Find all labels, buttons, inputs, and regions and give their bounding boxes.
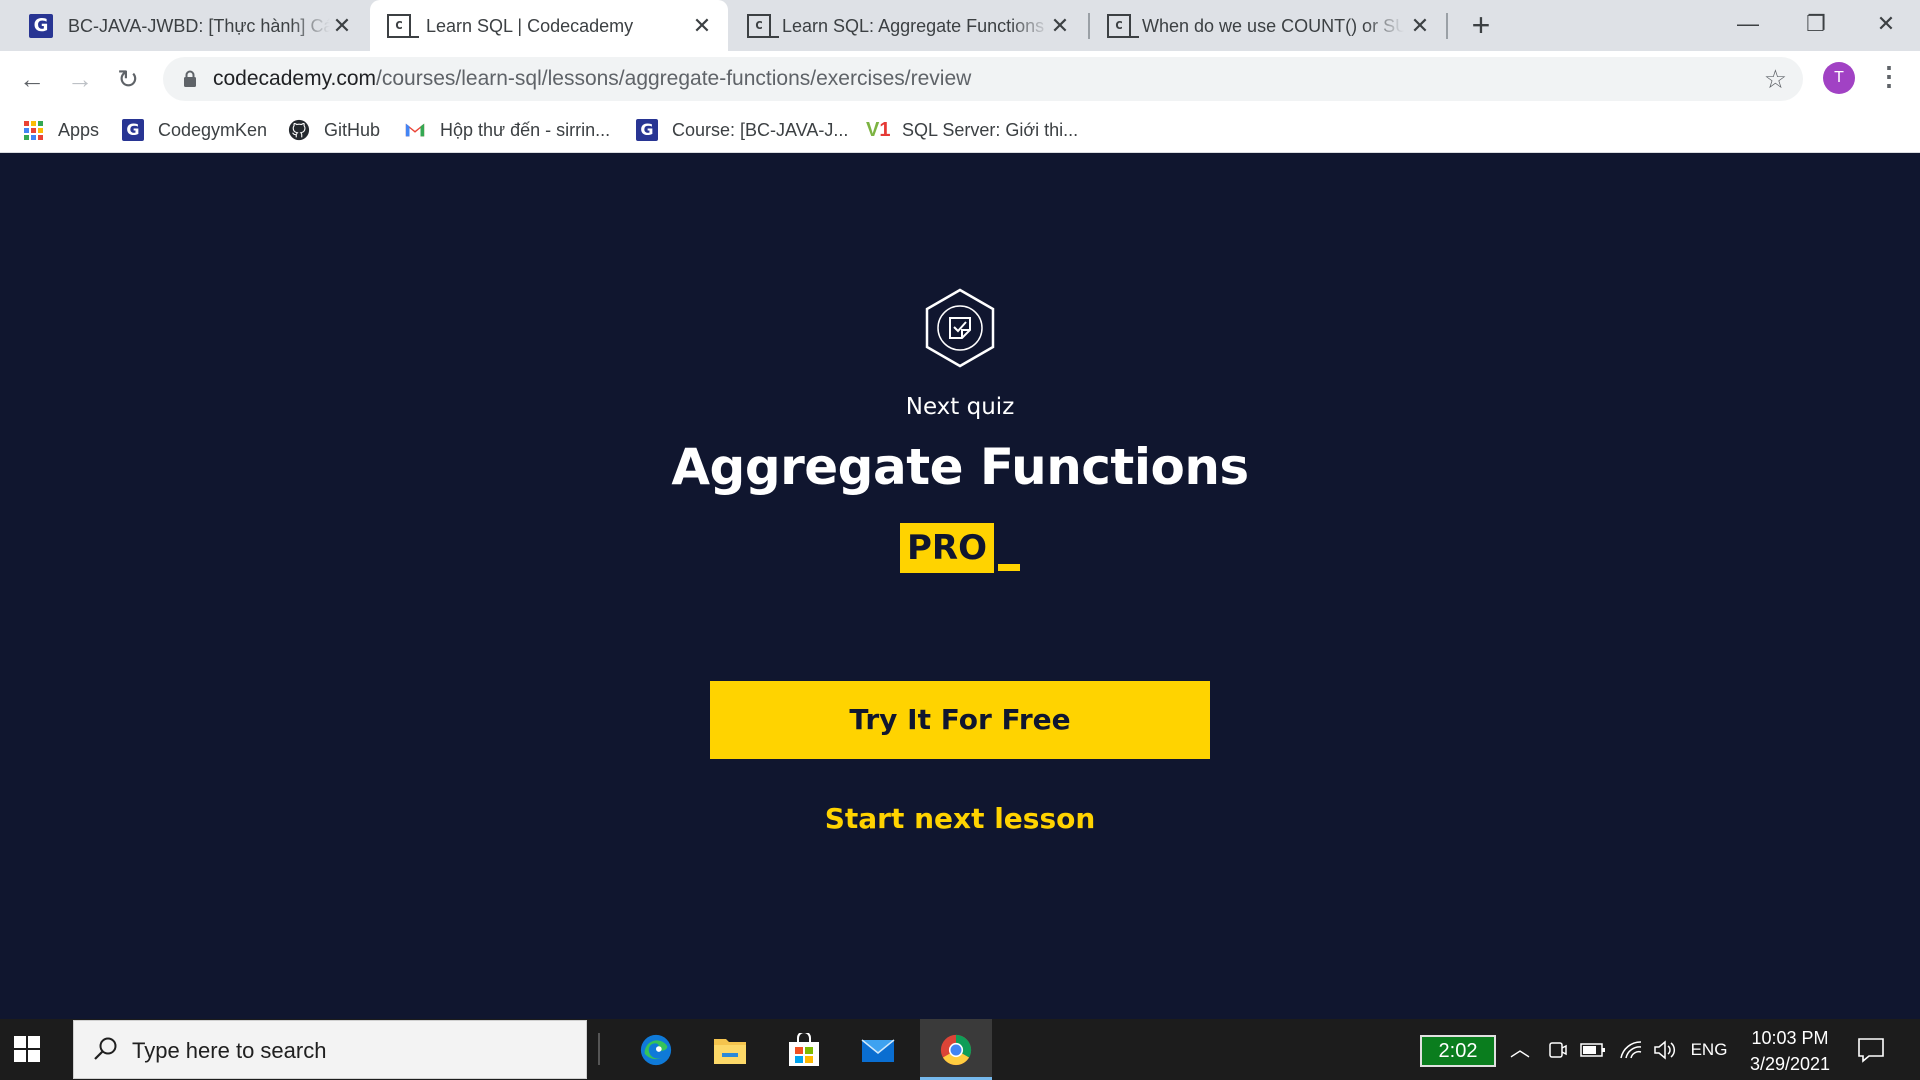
tab-learn-sql[interactable]: c Learn SQL | Codecademy ✕ — [370, 0, 728, 51]
tab-codegym-practice[interactable]: G BC-JAVA-JWBD: [Thực hành] Các ✕ — [12, 0, 368, 51]
windows-taskbar: Type here to search 2:02 ︿ ENG 10:03 PM … — [0, 1019, 1920, 1080]
forward-button[interactable]: → — [64, 63, 96, 95]
bookmark-github[interactable]: GitHub — [288, 116, 380, 144]
tab-strip: G BC-JAVA-JWBD: [Thực hành] Các ✕ c Lear… — [0, 0, 1920, 51]
bookmark-codegymken[interactable]: G CodegymKen — [122, 116, 267, 144]
address-bar[interactable]: codecademy.com/courses/learn-sql/lessons… — [163, 57, 1803, 101]
back-button[interactable]: ← — [16, 63, 48, 95]
meet-now-icon[interactable] — [1544, 1036, 1572, 1064]
notifications-icon[interactable] — [1856, 1035, 1886, 1065]
tab-count-or-sum[interactable]: c When do we use COUNT() or SUM ✕ — [1090, 0, 1446, 51]
close-tab-icon[interactable]: ✕ — [1408, 14, 1432, 38]
taskbar-mail[interactable] — [842, 1019, 914, 1080]
bookmark-gmail[interactable]: Hộp thư đến - sirrin... — [404, 116, 610, 144]
clock-time: 10:03 PM — [1751, 1028, 1829, 1048]
tab-title: BC-JAVA-JWBD: [Thực hành] Các — [68, 16, 330, 36]
bookmark-label: Hộp thư đến - sirrin... — [440, 119, 611, 140]
taskbar-divider — [598, 1033, 600, 1065]
clock-date: 3/29/2021 — [1749, 1054, 1831, 1074]
reload-button[interactable]: ↻ — [112, 63, 144, 95]
file-explorer-icon — [714, 1039, 746, 1064]
codegym-icon: G — [122, 119, 144, 141]
try-it-for-free-button[interactable]: Try It For Free — [710, 681, 1210, 759]
timer-widget[interactable]: 2:02 — [1420, 1035, 1496, 1067]
bookmark-apps[interactable]: Apps — [22, 116, 99, 144]
codecademy-icon: c — [387, 14, 419, 38]
bookmark-label: GitHub — [324, 119, 381, 140]
minimize-button[interactable]: — — [1718, 4, 1778, 44]
bookmark-star-icon[interactable]: ☆ — [1764, 64, 1787, 95]
input-language[interactable]: ENG — [1686, 1036, 1732, 1064]
bookmark-label: SQL Server: Giới thi... — [902, 119, 1079, 140]
system-clock[interactable]: 10:03 PM 3/29/2021 — [1740, 1025, 1840, 1077]
store-icon — [789, 1033, 819, 1066]
chevron-up-icon[interactable]: ︿ — [1508, 1036, 1532, 1064]
apps-grid-icon — [22, 119, 44, 141]
close-tab-icon[interactable]: ✕ — [330, 14, 354, 38]
url-path: /courses/learn-sql/lessons/aggregate-fun… — [376, 67, 972, 90]
close-tab-icon[interactable]: ✕ — [690, 14, 714, 38]
search-placeholder: Type here to search — [132, 1038, 327, 1063]
new-tab-button[interactable]: + — [1466, 9, 1496, 41]
close-tab-icon[interactable]: ✕ — [1048, 14, 1072, 38]
bookmark-sql-server[interactable]: V1 SQL Server: Giới thi... — [866, 116, 1078, 144]
profile-avatar[interactable]: T — [1823, 62, 1855, 94]
next-quiz-label: Next quiz — [905, 394, 1015, 420]
tab-title: Learn SQL | Codecademy — [426, 16, 634, 36]
taskbar-edge[interactable] — [620, 1019, 692, 1080]
quiz-interstitial: Next quiz Aggregate Functions PRO Try It… — [0, 153, 1920, 1019]
url-host: codecademy.com — [213, 67, 377, 90]
lock-icon[interactable] — [183, 70, 197, 88]
chrome-icon — [940, 1034, 972, 1066]
bookmark-label: Apps — [58, 119, 100, 140]
tab-title: When do we use COUNT() or SUM — [1142, 16, 1404, 36]
restore-button[interactable]: ❐ — [1786, 4, 1846, 44]
close-window-button[interactable]: ✕ — [1856, 4, 1916, 44]
github-icon — [288, 119, 310, 141]
codegym-icon: G — [636, 119, 658, 141]
pro-cursor-underscore — [998, 564, 1020, 571]
codecademy-icon: c — [747, 14, 779, 38]
codegym-icon: G — [29, 14, 53, 38]
codecademy-icon: c — [1107, 14, 1139, 38]
volume-icon[interactable] — [1650, 1036, 1680, 1064]
tab-separator — [1446, 13, 1448, 39]
wifi-icon[interactable] — [1616, 1036, 1646, 1064]
tab-title: Learn SQL: Aggregate Functions — [782, 16, 1045, 36]
bookmark-label: Course: [BC-JAVA-J... — [672, 119, 849, 140]
tab-aggregate-functions[interactable]: c Learn SQL: Aggregate Functions ✕ — [730, 0, 1086, 51]
taskbar-store[interactable] — [768, 1019, 840, 1080]
bookmark-course[interactable]: G Course: [BC-JAVA-J... — [636, 116, 848, 144]
gmail-icon — [405, 123, 425, 137]
v1-icon: V1 — [866, 119, 891, 141]
taskbar-file-explorer[interactable] — [694, 1019, 766, 1080]
browser-toolbar: ← → ↻ codecademy.com/courses/learn-sql/l… — [0, 51, 1920, 107]
windows-start-icon[interactable] — [14, 1036, 40, 1062]
quiz-title: Aggregate Functions — [671, 438, 1249, 496]
mail-icon — [861, 1039, 895, 1062]
bookmarks-bar: Apps G CodegymKen GitHub Hộp thư đến - s… — [0, 107, 1920, 153]
taskbar-search-box[interactable]: Type here to search — [73, 1020, 587, 1079]
search-icon — [94, 1037, 117, 1060]
edge-icon — [640, 1034, 672, 1066]
url-text[interactable]: codecademy.com/courses/learn-sql/lessons… — [213, 68, 971, 90]
browser-menu-icon[interactable]: ⋮ — [1876, 61, 1902, 95]
taskbar-chrome[interactable] — [920, 1019, 992, 1080]
start-next-lesson-link[interactable]: Start next lesson — [0, 801, 1920, 837]
battery-icon[interactable] — [1578, 1036, 1608, 1064]
bookmark-label: CodegymKen — [158, 119, 268, 140]
hexagon-quiz-icon — [925, 288, 995, 368]
pro-badge: PRO — [900, 523, 994, 573]
